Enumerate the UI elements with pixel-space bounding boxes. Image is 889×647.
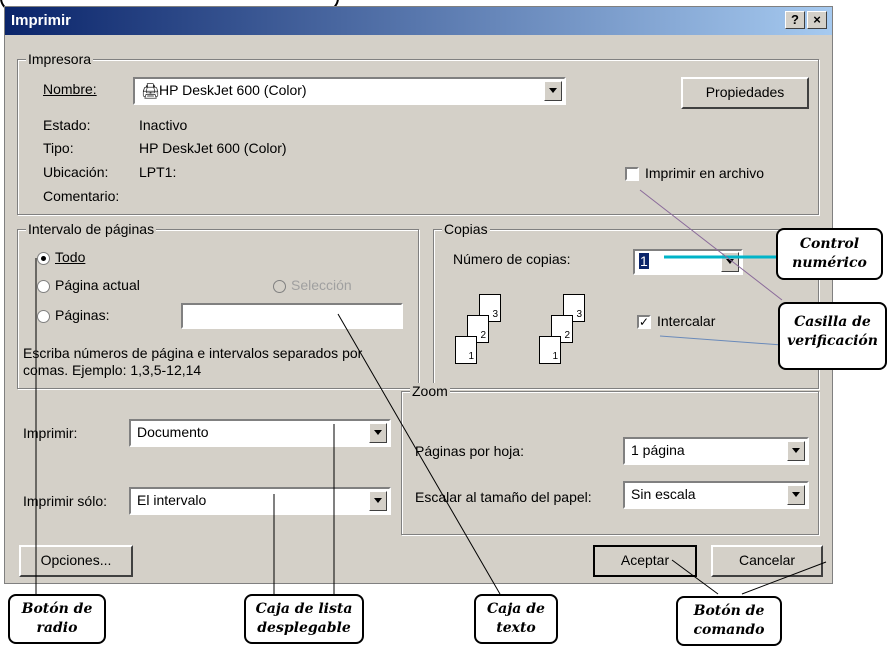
checkbox-leader-a xyxy=(639,189,783,301)
cancel-leader xyxy=(741,561,827,595)
textbox-leader xyxy=(337,313,501,595)
callout-lines xyxy=(35,189,827,595)
callout-command-button: Botón de comando xyxy=(676,596,782,646)
callout-radio-button: Botón de radio xyxy=(8,594,106,644)
callout-checkbox: Casilla de verificación xyxy=(778,302,887,370)
callout-text-box: Caja de texto xyxy=(474,594,558,644)
ok-leader xyxy=(671,559,719,595)
callout-dropdown-list: Caja de lista desplegable xyxy=(244,594,364,644)
checkbox-leader-b xyxy=(659,335,783,346)
callout-numeric-control: Control numérico xyxy=(776,228,883,280)
